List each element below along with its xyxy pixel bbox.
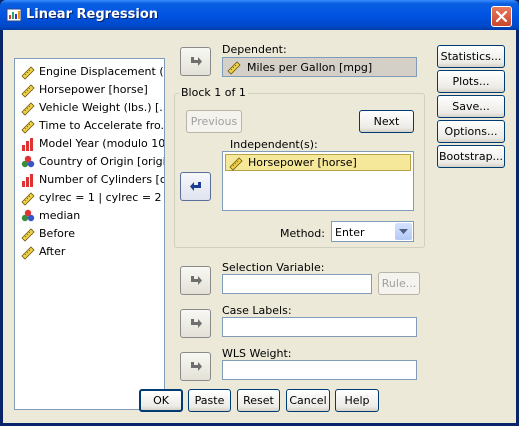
ok-button[interactable]: OK (139, 389, 183, 412)
variable-list-item-label: Number of Cylinders [c... (39, 173, 165, 186)
reset-label: Reset (243, 394, 274, 407)
rule-label: Rule... (381, 277, 417, 290)
ordinal-bars-icon (22, 138, 33, 151)
scale-ruler-icon (21, 192, 35, 206)
chevron-down-icon (399, 229, 408, 234)
statistics-button[interactable]: Statistics... (437, 45, 505, 68)
close-button[interactable] (491, 6, 512, 27)
variable-list-item-label: median (39, 209, 81, 222)
paste-label: Paste (194, 394, 225, 407)
spss-dialog-icon (6, 8, 22, 22)
save-button[interactable]: Save... (437, 95, 505, 118)
variable-list-item-label: Vehicle Weight (lbs.) [... (39, 101, 165, 114)
move-to-dependent-button[interactable] (180, 47, 211, 76)
scale-ruler-icon (227, 61, 241, 75)
help-button[interactable]: Help (335, 389, 379, 412)
arrow-right-icon (191, 57, 202, 66)
variable-list-item-label: Horsepower [horse] (39, 83, 148, 96)
scale-ruler-icon (21, 102, 35, 116)
move-to-wls-weight-button[interactable] (180, 352, 211, 381)
variable-list[interactable]: Engine Displacement (... Horsepower [hors… (14, 58, 165, 410)
selection-variable-field[interactable] (222, 274, 372, 294)
variable-list-item-label: Engine Displacement (... (39, 65, 165, 78)
variable-list-item-label: Time to Accelerate fro... (39, 119, 165, 132)
case-labels-field[interactable] (222, 317, 417, 337)
dialog-window: Linear Regression Engine Displacement (.… (0, 0, 519, 426)
scale-ruler-icon (21, 246, 35, 260)
variable-list-item-label: cylrec = 1 | cylrec = 2 (... (39, 191, 164, 204)
statistics-label: Statistics... (440, 50, 502, 63)
close-icon (496, 11, 507, 22)
next-button[interactable]: Next (359, 110, 414, 133)
independents-list[interactable]: Horsepower [horse] (222, 151, 414, 211)
ordinal-bars-icon (22, 174, 33, 187)
dependent-field[interactable]: Miles per Gallon [mpg] (222, 57, 417, 77)
selection-variable-label: Selection Variable: (222, 261, 325, 274)
plots-button[interactable]: Plots... (437, 70, 505, 93)
arrow-right-icon (191, 319, 202, 328)
scale-ruler-icon (229, 157, 243, 171)
rule-button[interactable]: Rule... (378, 272, 420, 295)
independents-label: Independent(s): (230, 138, 318, 151)
method-value: Enter (335, 226, 365, 239)
dialog-body: Engine Displacement (... Horsepower [hors… (3, 30, 516, 423)
title-bar[interactable]: Linear Regression (0, 0, 519, 30)
dependent-label: Dependent: (222, 43, 287, 56)
move-from-independents-button[interactable] (180, 172, 211, 201)
nominal-balls-icon (21, 209, 35, 222)
move-to-selection-button[interactable] (180, 266, 211, 295)
paste-button[interactable]: Paste (188, 389, 231, 412)
block-label: Block 1 of 1 (179, 86, 248, 99)
save-label: Save... (452, 100, 490, 113)
arrow-left-icon (190, 182, 201, 191)
variable-list-item-label: After (39, 245, 66, 258)
wls-weight-field[interactable] (222, 360, 417, 380)
scale-ruler-icon (21, 120, 35, 134)
ok-label: OK (153, 394, 169, 407)
case-labels-label: Case Labels: (222, 304, 292, 317)
bootstrap-label: Bootstrap... (438, 150, 504, 163)
scale-ruler-icon (21, 228, 35, 242)
help-label: Help (344, 394, 370, 407)
previous-button[interactable]: Previous (186, 110, 242, 133)
method-select[interactable]: Enter (331, 221, 414, 242)
variable-list-item-label: Country of Origin [origin] (39, 155, 165, 168)
cancel-label: Cancel (289, 394, 327, 407)
reset-button[interactable]: Reset (237, 389, 280, 412)
move-to-case-labels-button[interactable] (180, 309, 211, 338)
independent-item[interactable]: Horsepower [horse] (225, 154, 411, 171)
options-button[interactable]: Options... (437, 120, 505, 143)
bootstrap-button[interactable]: Bootstrap... (437, 145, 505, 168)
scale-ruler-icon (21, 66, 35, 80)
scale-ruler-icon (21, 84, 35, 98)
method-dropdown-button[interactable] (395, 223, 412, 240)
options-label: Options... (444, 125, 498, 138)
arrow-right-icon (191, 362, 202, 371)
next-label: Next (373, 115, 400, 128)
variable-list-item-label: Model Year (modulo 10... (39, 137, 165, 150)
cancel-button[interactable]: Cancel (286, 389, 330, 412)
method-label: Method: (280, 227, 325, 240)
arrow-right-icon (191, 276, 202, 285)
dependent-value: Miles per Gallon [mpg] (247, 61, 373, 74)
independent-item-label: Horsepower [horse] (248, 156, 357, 169)
plots-label: Plots... (452, 75, 490, 88)
nominal-balls-icon (21, 155, 35, 168)
wls-weight-label: WLS Weight: (222, 347, 292, 360)
variable-list-item-label: Before (39, 227, 75, 240)
previous-label: Previous (190, 115, 238, 128)
window-title: Linear Regression (26, 7, 158, 22)
